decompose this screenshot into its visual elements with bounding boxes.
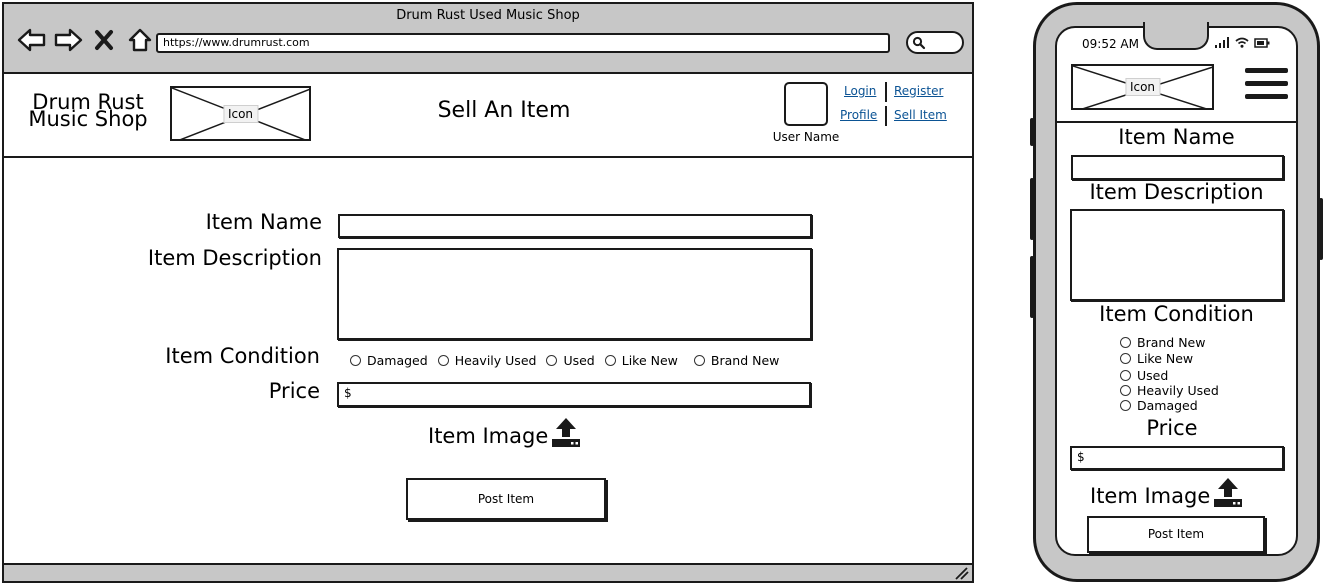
back-arrow-icon[interactable] <box>16 24 48 56</box>
mobile-item-name-label: Item Name <box>1118 125 1235 149</box>
mobile-logo-placeholder[interactable]: Icon <box>1071 64 1214 110</box>
item-name-input[interactable] <box>338 214 812 238</box>
site-header: Drum Rust Music Shop Icon Sell An Item U… <box>4 74 972 158</box>
search-button[interactable] <box>906 31 964 54</box>
register-link[interactable]: Register <box>894 84 943 98</box>
price-input[interactable]: $ <box>337 382 811 407</box>
condition-option-damaged[interactable]: Damaged <box>350 353 428 368</box>
mobile-condition-option-used[interactable]: Used <box>1120 368 1168 383</box>
condition-option-like-new[interactable]: Like New <box>604 353 678 368</box>
mobile-condition-option-brand-new[interactable]: Brand New <box>1120 335 1205 350</box>
condition-option-used[interactable]: Used <box>546 353 595 368</box>
link-divider <box>885 82 887 102</box>
profile-link[interactable]: Profile <box>840 108 877 122</box>
forward-arrow-icon[interactable] <box>52 24 84 56</box>
condition-option-heavily-used[interactable]: Heavily Used <box>437 353 536 368</box>
mobile-item-description-label: Item Description <box>1089 180 1264 204</box>
battery-icon <box>1254 37 1270 48</box>
home-icon[interactable] <box>124 24 156 56</box>
radio-button[interactable] <box>1120 385 1131 396</box>
condition-option-brand-new[interactable]: Brand New <box>693 353 779 368</box>
radio-button[interactable] <box>693 355 705 366</box>
wifi-icon <box>1235 37 1249 48</box>
radio-button[interactable] <box>1120 353 1131 364</box>
resize-grip-icon[interactable] <box>953 566 969 580</box>
phone-side-button[interactable] <box>1030 256 1034 318</box>
mobile-header-divider <box>1057 121 1296 123</box>
radio-button[interactable] <box>437 355 449 366</box>
window-title: Drum Rust Used Music Shop <box>396 8 580 23</box>
mobile-condition-option-damaged[interactable]: Damaged <box>1120 398 1198 413</box>
phone-notch <box>1143 22 1209 50</box>
price-label: Price <box>268 379 320 403</box>
shop-name-line2: Music Shop <box>28 107 148 131</box>
mobile-post-item-button[interactable]: Post Item <box>1087 516 1265 553</box>
status-time: 09:52 AM <box>1082 37 1139 51</box>
item-description-textarea[interactable] <box>337 248 812 340</box>
close-icon[interactable] <box>88 24 120 56</box>
avatar[interactable] <box>784 82 828 126</box>
upload-icon[interactable] <box>1212 476 1244 508</box>
mobile-condition-option-heavily-used[interactable]: Heavily Used <box>1120 383 1219 398</box>
item-condition-label: Item Condition <box>165 344 320 368</box>
browser-status-bar <box>4 563 972 581</box>
price-prefix: $ <box>344 386 352 400</box>
mobile-item-condition-label: Item Condition <box>1099 302 1254 326</box>
mobile-item-image-upload[interactable]: Item Image <box>1090 476 1244 508</box>
item-image-label: Item Image <box>428 424 549 448</box>
logo-label: Icon <box>222 104 259 123</box>
mobile-condition-option-like-new[interactable]: Like New <box>1120 351 1193 366</box>
radio-button[interactable] <box>546 355 558 366</box>
hamburger-menu-icon[interactable] <box>1245 68 1288 106</box>
item-name-label: Item Name <box>205 210 322 234</box>
mobile-item-image-label: Item Image <box>1090 484 1211 508</box>
login-link[interactable]: Login <box>844 84 876 98</box>
mobile-logo-label: Icon <box>1124 78 1161 96</box>
post-item-button[interactable]: Post Item <box>406 478 606 520</box>
mobile-price-input[interactable]: $ <box>1070 446 1284 470</box>
shop-name[interactable]: Drum Rust Music Shop <box>22 92 154 131</box>
item-image-upload[interactable]: Item Image <box>428 416 582 448</box>
mobile-item-name-input[interactable] <box>1071 155 1284 180</box>
address-bar[interactable]: https://www.drumrust.com <box>156 33 890 53</box>
status-icons <box>1214 37 1270 48</box>
link-divider <box>885 106 887 126</box>
radio-button[interactable] <box>350 355 361 366</box>
user-name: User Name <box>772 130 840 144</box>
mobile-price-label: Price <box>1146 416 1198 440</box>
mobile-item-description-textarea[interactable] <box>1070 209 1284 301</box>
phone-side-button[interactable] <box>1030 178 1034 240</box>
mobile-price-prefix: $ <box>1077 450 1085 464</box>
browser-window: Drum Rust Used Music Shop https://www.dr… <box>2 2 974 583</box>
radio-button[interactable] <box>1120 370 1131 381</box>
sell-item-link[interactable]: Sell Item <box>894 108 947 122</box>
browser-chrome: Drum Rust Used Music Shop https://www.dr… <box>4 4 972 74</box>
logo-placeholder[interactable]: Icon <box>170 86 311 141</box>
signal-icon <box>1215 37 1229 48</box>
page-title: Sell An Item <box>437 98 571 123</box>
phone-power-button[interactable] <box>1319 198 1323 260</box>
upload-icon[interactable] <box>550 416 582 448</box>
phone-side-button[interactable] <box>1030 118 1034 146</box>
nav-controls <box>16 24 156 56</box>
radio-button[interactable] <box>1120 400 1131 411</box>
search-icon <box>912 36 926 50</box>
radio-button[interactable] <box>604 355 616 366</box>
condition-radio-group: Damaged Heavily Used Used Like New Brand… <box>350 353 789 368</box>
item-description-label: Item Description <box>147 246 322 270</box>
radio-button[interactable] <box>1120 337 1131 348</box>
